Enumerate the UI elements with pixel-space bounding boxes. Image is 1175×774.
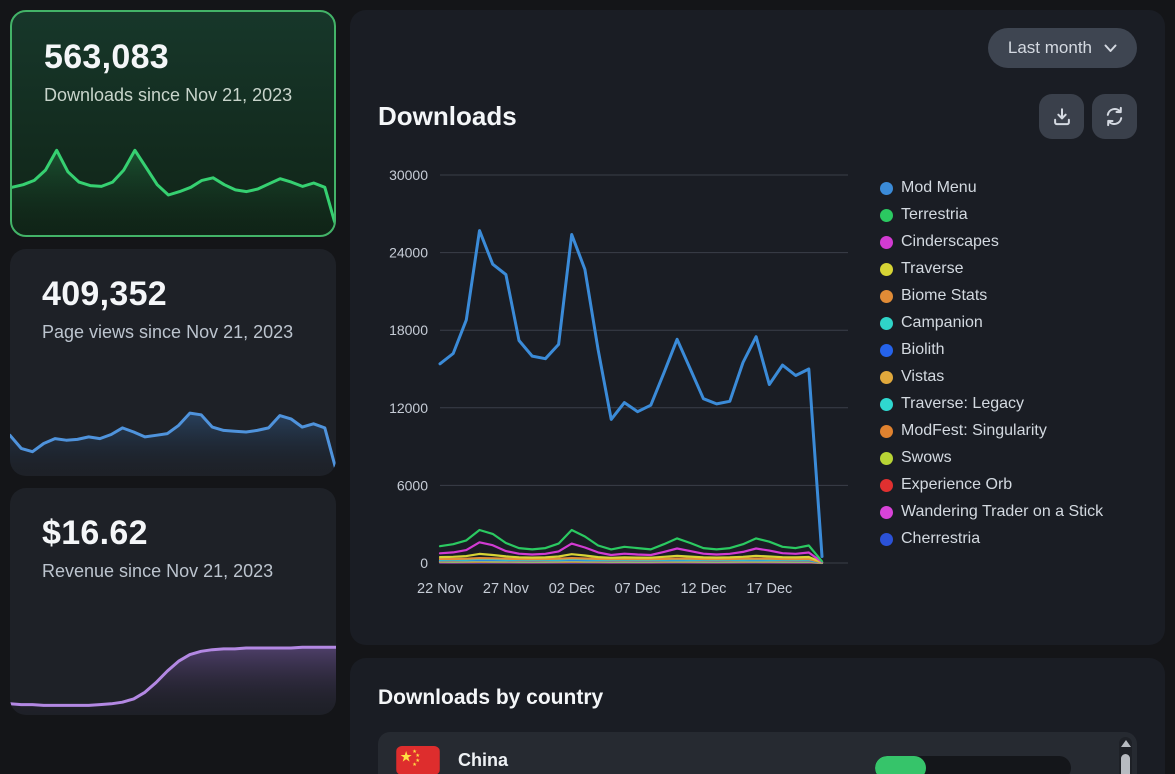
legend-item[interactable]: Biome Stats: [880, 287, 1103, 305]
downloads-total-label: Downloads since Nov 21, 2023: [44, 84, 304, 107]
legend-item[interactable]: Wandering Trader on a Stick: [880, 503, 1103, 521]
refresh-button[interactable]: [1092, 94, 1137, 139]
legend-item[interactable]: Swows: [880, 449, 1103, 467]
export-csv-button[interactable]: [1039, 94, 1084, 139]
legend-dot-icon: [880, 209, 893, 222]
svg-text:12 Dec: 12 Dec: [680, 581, 726, 597]
legend-item[interactable]: Biolith: [880, 341, 1103, 359]
svg-text:17 Dec: 17 Dec: [746, 581, 792, 597]
svg-text:6000: 6000: [397, 477, 428, 493]
svg-text:★: ★: [412, 762, 417, 768]
legend-dot-icon: [880, 290, 893, 303]
stat-card-revenue[interactable]: $16.62 Revenue since Nov 21, 2023: [10, 488, 336, 715]
legend-item[interactable]: Mod Menu: [880, 179, 1103, 197]
svg-text:12000: 12000: [389, 400, 428, 416]
date-range-label: Last month: [1008, 38, 1092, 58]
legend-item[interactable]: Vistas: [880, 368, 1103, 386]
legend-label: Traverse: Legacy: [901, 395, 1024, 413]
legend-label: Campanion: [901, 314, 983, 332]
country-download-bar: [875, 756, 1071, 774]
country-row-china: ★ ★ ★ ★ ★ China: [378, 732, 1137, 774]
revenue-total: $16.62: [42, 514, 306, 553]
analytics-page: 563,083 Downloads since Nov 21, 2023 409…: [0, 0, 1175, 774]
download-icon: [1051, 106, 1073, 128]
svg-text:18000: 18000: [389, 322, 428, 338]
legend-dot-icon: [880, 371, 893, 384]
legend-item[interactable]: ModFest: Singularity: [880, 422, 1103, 440]
legend-label: Swows: [901, 449, 952, 467]
revenue-sparkline: [10, 623, 336, 715]
date-range-dropdown[interactable]: Last month: [988, 28, 1137, 68]
svg-text:22 Nov: 22 Nov: [417, 581, 464, 597]
legend-item[interactable]: Terrestria: [880, 206, 1103, 224]
legend-label: Cinderscapes: [901, 233, 999, 251]
page-title: Downloads: [378, 101, 517, 132]
legend-label: ModFest: Singularity: [901, 422, 1047, 440]
svg-text:02 Dec: 02 Dec: [549, 581, 595, 597]
legend-item[interactable]: Campanion: [880, 314, 1103, 332]
legend-item[interactable]: Cherrestria: [880, 530, 1103, 548]
country-list: ★ ★ ★ ★ ★ China: [378, 732, 1137, 774]
country-list-scrollbar[interactable]: [1119, 737, 1132, 774]
pageviews-total-label: Page views since Nov 21, 2023: [42, 321, 306, 344]
chart-legend: Mod Menu Terrestria Cinderscapes Traverse Bi…: [880, 179, 1103, 605]
legend-dot-icon: [880, 398, 893, 411]
chart-actions: [1039, 94, 1137, 139]
country-panel: Downloads by country ★ ★ ★ ★ ★ China: [350, 658, 1165, 774]
legend-label: Mod Menu: [901, 179, 977, 197]
series-line: [440, 231, 822, 557]
stat-card-pageviews[interactable]: 409,352 Page views since Nov 21, 2023: [10, 249, 336, 476]
legend-label: Vistas: [901, 368, 944, 386]
legend-item[interactable]: Experience Orb: [880, 476, 1103, 494]
downloads-panel: Last month Downloads: [350, 10, 1165, 645]
scroll-up-icon[interactable]: [1121, 740, 1131, 747]
main-column: Last month Downloads: [350, 10, 1165, 764]
legend-dot-icon: [880, 344, 893, 357]
legend-dot-icon: [880, 533, 893, 546]
country-download-bar-fill: [875, 756, 926, 774]
legend-item[interactable]: Cinderscapes: [880, 233, 1103, 251]
legend-label: Experience Orb: [901, 476, 1012, 494]
refresh-icon: [1103, 105, 1126, 128]
country-panel-title: Downloads by country: [378, 686, 1137, 710]
panel-toolbar: Last month: [378, 28, 1137, 68]
chevron-down-icon: [1104, 44, 1117, 53]
legend-item[interactable]: Traverse: Legacy: [880, 395, 1103, 413]
stat-card-downloads[interactable]: 563,083 Downloads since Nov 21, 2023: [10, 10, 336, 237]
pageviews-sparkline: [10, 384, 336, 476]
country-name: China: [458, 750, 508, 771]
svg-text:07 Dec: 07 Dec: [615, 581, 661, 597]
svg-text:24000: 24000: [389, 245, 428, 261]
legend-label: Cherrestria: [901, 530, 980, 548]
downloads-total: 563,083: [44, 38, 304, 77]
legend-label: Biolith: [901, 341, 945, 359]
legend-dot-icon: [880, 452, 893, 465]
legend-dot-icon: [880, 236, 893, 249]
stat-cards-column: 563,083 Downloads since Nov 21, 2023 409…: [10, 10, 336, 764]
svg-text:★: ★: [400, 749, 413, 765]
legend-dot-icon: [880, 479, 893, 492]
scrollbar-thumb[interactable]: [1121, 754, 1130, 774]
legend-label: Traverse: [901, 260, 964, 278]
legend-dot-icon: [880, 317, 893, 330]
svg-text:30000: 30000: [389, 167, 428, 183]
pageviews-total: 409,352: [42, 275, 306, 314]
title-row: Downloads: [378, 94, 1137, 139]
legend-dot-icon: [880, 425, 893, 438]
revenue-total-label: Revenue since Nov 21, 2023: [42, 560, 306, 583]
legend-label: Biome Stats: [901, 287, 987, 305]
legend-item[interactable]: Traverse: [880, 260, 1103, 278]
legend-dot-icon: [880, 263, 893, 276]
svg-text:0: 0: [420, 555, 428, 571]
legend-label: Terrestria: [901, 206, 968, 224]
downloads-line-chart: 0 6000 12000 18000 24000 30000 22 Nov 27 Nov 02 …: [378, 163, 870, 605]
legend-dot-icon: [880, 506, 893, 519]
legend-label: Wandering Trader on a Stick: [901, 503, 1103, 521]
downloads-chart-area: 0 6000 12000 18000 24000 30000 22 Nov 27 Nov 02 …: [378, 163, 1137, 605]
svg-text:27 Nov: 27 Nov: [483, 581, 530, 597]
legend-dot-icon: [880, 182, 893, 195]
downloads-sparkline: [12, 139, 336, 235]
china-flag: ★ ★ ★ ★ ★: [396, 746, 440, 774]
